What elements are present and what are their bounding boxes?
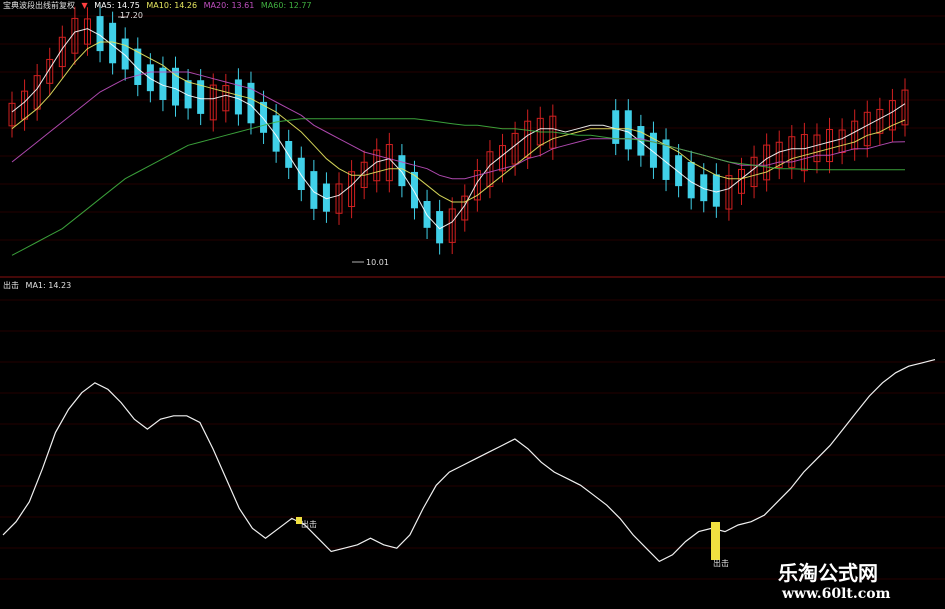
upper-panel-title: 宝典波段出线前复权 bbox=[3, 1, 75, 10]
ma5-line bbox=[11, 28, 906, 230]
lower-panel-title: 出击 bbox=[3, 281, 19, 290]
candle-body bbox=[624, 110, 632, 150]
high-price-label: 17.20 bbox=[120, 11, 143, 20]
candle-body bbox=[398, 155, 406, 187]
down-arrow-icon: ▼ bbox=[81, 1, 88, 10]
candle-body bbox=[272, 115, 280, 152]
ma10-legend: MA10: 14.26 bbox=[146, 1, 198, 10]
candle-body bbox=[410, 171, 418, 209]
signal-label-2: 出击 bbox=[713, 559, 729, 568]
chart-canvas bbox=[0, 4, 945, 580]
candle-body bbox=[96, 16, 104, 52]
ma60-line bbox=[11, 118, 905, 256]
watermark-cn: 乐淘公式网 bbox=[778, 561, 878, 585]
chart-window: 宝典波段出线前复权 ▼ MA5: 14.75 MA10: 14.26 MA20:… bbox=[0, 0, 945, 609]
low-price-label: 10.01 bbox=[366, 258, 389, 267]
candle-body bbox=[146, 64, 154, 92]
signal-marker-2 bbox=[711, 522, 720, 560]
ma1-line bbox=[2, 359, 936, 563]
signal-label-1: 出击 bbox=[301, 520, 317, 529]
ma10-line bbox=[11, 41, 906, 203]
watermark-url: www.60lt.com bbox=[782, 586, 891, 602]
candle-body bbox=[712, 174, 720, 207]
ma5-legend: MA5: 14.75 bbox=[94, 1, 140, 10]
ma60-legend: MA60: 12.77 bbox=[260, 1, 312, 10]
ma1-legend: MA1: 14.23 bbox=[25, 281, 72, 290]
candle-body bbox=[297, 157, 305, 191]
lower-legend: 出击 MA1: 14.23 bbox=[3, 280, 75, 291]
ma20-legend: MA20: 13.61 bbox=[203, 1, 255, 10]
ma20-line bbox=[11, 71, 906, 180]
upper-legend: 宝典波段出线前复权 ▼ MA5: 14.75 MA10: 14.26 MA20:… bbox=[3, 0, 316, 11]
